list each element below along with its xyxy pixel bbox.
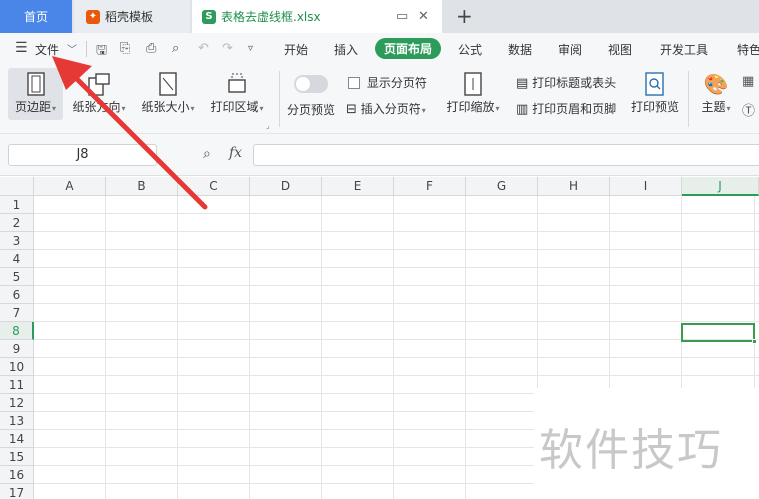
annotation-arrow <box>52 56 208 210</box>
